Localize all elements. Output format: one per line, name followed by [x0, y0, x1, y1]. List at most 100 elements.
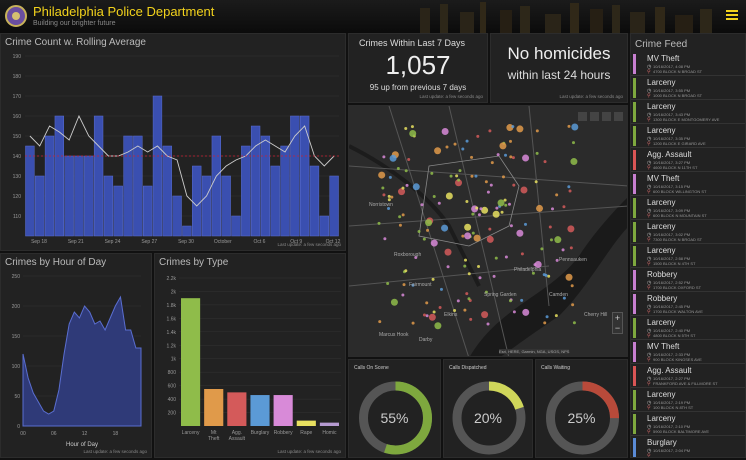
y-tick-label: 140 [13, 154, 22, 160]
incident-point [501, 175, 505, 179]
crime-map[interactable]: Norristown Roxborough Fairmount Elkins Sprin… [348, 105, 628, 357]
crime-type-color [633, 246, 636, 266]
feed-item[interactable]: Larceny ◷ 10/16/2017, 3:02 PM ⚲ 7300 BLOCK N… [631, 220, 745, 244]
incident-point [544, 273, 548, 277]
y-tick-label: 800 [168, 370, 177, 376]
crime-location: 1200 BLOCK E GIRARD AVE [653, 141, 706, 146]
feed-item[interactable]: Larceny ◷ 10/16/2017, 2:10 PM ⚲ 5900 BLOCK B… [631, 412, 745, 436]
incident-point [477, 265, 481, 269]
incident-point [387, 194, 391, 198]
zoom-in-icon[interactable]: + [613, 313, 622, 323]
incident-point [437, 201, 441, 205]
incident-point [471, 212, 475, 216]
incident-point [479, 207, 483, 211]
area-series [22, 295, 142, 427]
incident-point [509, 299, 513, 303]
incident-point [401, 213, 405, 217]
feed-item[interactable]: Larceny ◷ 10/16/2017, 2:58 PM ⚲ 1500 BLOCK N… [631, 244, 745, 268]
y-tick-label: 2k [171, 289, 177, 295]
incident-point [446, 265, 450, 269]
y-tick-label: 2.2k [167, 276, 177, 282]
last-update: Last update: a few seconds ago [83, 449, 147, 454]
feed-item[interactable]: Larceny ◷ 10/16/2017, 2:19 PM ⚲ 100 BLOCK N … [631, 388, 745, 412]
crime-location: 4800 BLOCK N 5TH ST [653, 333, 696, 338]
incident-point [571, 303, 575, 307]
incident-point [445, 192, 453, 200]
incident-point [402, 283, 406, 287]
feed-item[interactable]: MV Theft ◷ 10/16/2017, 2:33 PM ⚲ 900 BLOCK K… [631, 340, 745, 364]
incident-point [422, 313, 426, 317]
incident-point [520, 252, 524, 256]
map-background [349, 106, 627, 356]
incident-point [492, 210, 500, 218]
incident-point [516, 229, 524, 237]
incident-point [500, 210, 504, 214]
feed-item[interactable]: Robbery ◷ 10/16/2017, 2:52 PM ⚲ 1700 BLOCK O… [631, 268, 745, 292]
incident-point [467, 297, 471, 301]
location-icon: ⚲ [647, 69, 651, 75]
location-icon: ⚲ [647, 213, 651, 219]
incident-point [522, 308, 530, 316]
map-place-label: Philadelphia [514, 267, 541, 273]
location-icon: ⚲ [647, 429, 651, 435]
zoom-control[interactable]: + − [612, 312, 623, 334]
incident-point [567, 225, 575, 233]
incident-point [465, 139, 469, 143]
feed-item[interactable]: Larceny ◷ 10/16/2017, 2:40 PM ⚲ 4800 BLOCK N… [631, 316, 745, 340]
crime-type-color [633, 294, 636, 314]
y-tick-label: 200 [168, 411, 177, 417]
y-tick-label: 250 [12, 274, 21, 280]
feed-item[interactable]: MV Theft ◷ 10/16/2017, 4:08 PM ⚲ 4700 BLOCK … [631, 52, 745, 76]
incident-point [484, 180, 488, 184]
home-icon[interactable] [578, 112, 587, 121]
incident-point [509, 155, 513, 159]
incident-point [511, 156, 515, 160]
incident-point [554, 236, 562, 244]
feed-item[interactable]: Burglary ◷ 10/16/2017, 2:04 PM ⚲ [631, 436, 745, 457]
crime-type: Larceny [647, 198, 676, 207]
type-chart: 2.2k 2k 1.8k 1.6k 1.4k 1.2k 1k 800 600 400 200 Larc… [167, 276, 341, 442]
zoom-out-icon[interactable]: − [613, 323, 622, 333]
bar [260, 135, 271, 237]
feed-item[interactable]: MV Theft ◷ 10/16/2017, 3:15 PM ⚲ 600 BLOCK W… [631, 172, 745, 196]
incident-point [404, 169, 408, 173]
feed-item[interactable]: Larceny ◷ 10/16/2017, 3:35 PM ⚲ 1200 BLOCK E… [631, 124, 745, 148]
basemap-icon[interactable] [614, 112, 623, 121]
incident-point [456, 299, 460, 303]
menu-icon[interactable] [726, 10, 738, 20]
layers-icon[interactable] [602, 112, 611, 121]
bar [270, 165, 280, 237]
feed-item[interactable]: Agg. Assault ◷ 10/16/2017, 2:27 PM ⚲ FRANKFO… [631, 364, 745, 388]
feed-item[interactable]: Robbery ◷ 10/16/2017, 2:45 PM ⚲ 1700 BLOCK W… [631, 292, 745, 316]
bar [296, 420, 316, 426]
feed-item[interactable]: Agg. Assault ◷ 10/16/2017, 3:27 PM ⚲ 4600 BL… [631, 148, 745, 172]
feed-item[interactable]: Larceny ◷ 10/16/2017, 3:43 PM ⚲ 1300 BLOCK E… [631, 100, 745, 124]
incident-point [520, 186, 528, 194]
location-icon: ⚲ [647, 165, 651, 171]
incident-point [549, 238, 553, 242]
location-icon: ⚲ [647, 93, 651, 99]
incident-point [463, 264, 467, 268]
crime-location: FRANKFORD AVE & FILLMORE ST [653, 381, 718, 386]
incident-point [568, 189, 572, 193]
crime-type: Agg. Assault [647, 366, 692, 375]
crime-location: 1500 BLOCK N 4TH ST [653, 261, 696, 266]
y-tick-label: 160 [13, 114, 22, 120]
location-icon: ⚲ [647, 333, 651, 339]
incident-point [441, 128, 449, 136]
bar [204, 389, 224, 426]
list-icon[interactable] [590, 112, 599, 121]
incident-point [567, 124, 571, 128]
app-header: Philadelphia Police Department Building … [0, 0, 746, 33]
feed-list[interactable]: MV Theft ◷ 10/16/2017, 4:08 PM ⚲ 4700 BLOCK … [631, 52, 745, 457]
map-canvas[interactable]: Norristown Roxborough Fairmount Elkins Sprin… [349, 106, 628, 357]
crime-location: 1300 BLOCK E MONTGOMERY AVE [653, 117, 720, 122]
feed-item[interactable]: Larceny ◷ 10/16/2017, 3:55 PM ⚲ 1000 BLOCK N… [631, 76, 745, 100]
map-place-label: Spring Garden [484, 292, 517, 298]
incident-point [428, 313, 436, 321]
incident-point [425, 219, 433, 227]
incident-point [422, 237, 426, 241]
crime-location: 600 BLOCK N MOUNTAIN ST [653, 213, 707, 218]
feed-item[interactable]: Larceny ◷ 10/16/2017, 3:09 PM ⚲ 600 BLOCK N … [631, 196, 745, 220]
incident-point [411, 321, 415, 325]
